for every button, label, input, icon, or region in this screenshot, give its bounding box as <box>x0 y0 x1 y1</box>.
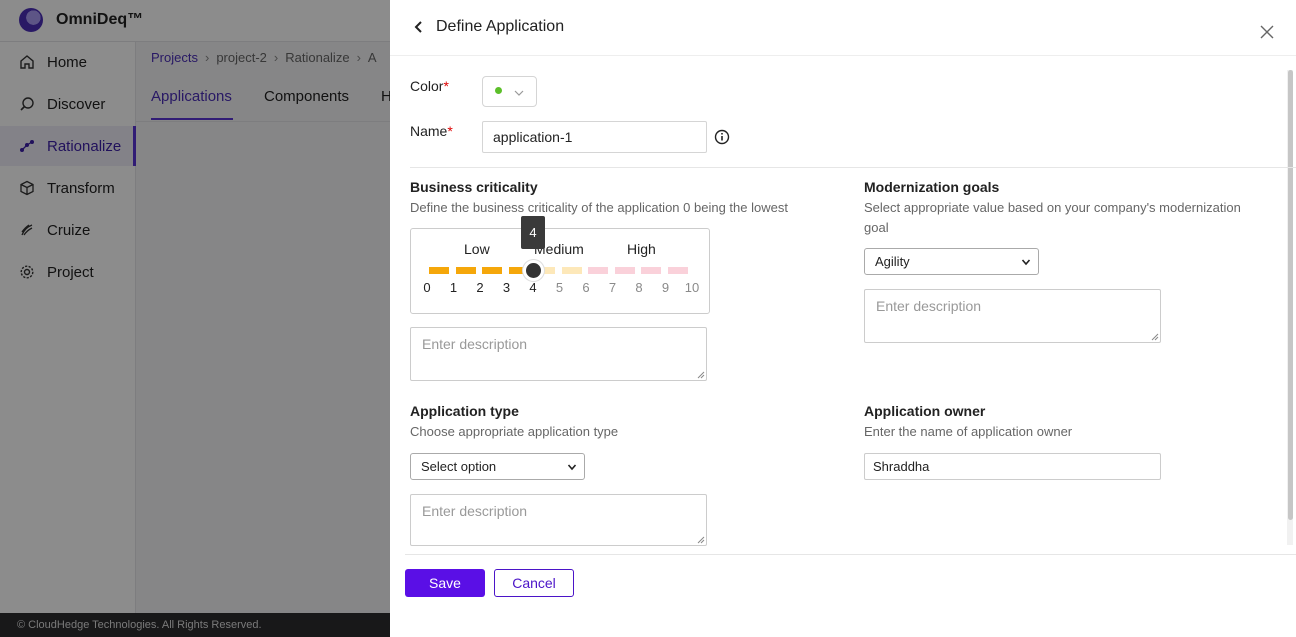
slider-tick-label: 10 <box>684 280 700 295</box>
close-icon[interactable] <box>1258 23 1276 41</box>
slider-tick-label: 6 <box>582 280 590 295</box>
name-label: Name* <box>410 123 453 139</box>
application-owner-input[interactable]: Shraddha <box>864 453 1161 480</box>
modernization-goals-value: Agility <box>875 254 910 269</box>
application-type-description: Choose appropriate application type <box>410 424 619 439</box>
scrollbar-thumb[interactable] <box>1288 70 1293 520</box>
slider-segment[interactable] <box>561 267 582 274</box>
slider-segment[interactable] <box>667 267 688 274</box>
resize-handle-icon[interactable] <box>1151 333 1159 341</box>
criticality-slider[interactable]: Low Medium High 0 1 2 3 4 5 6 7 8 9 10 <box>410 228 710 314</box>
application-owner-description: Enter the name of application owner <box>864 424 1073 439</box>
color-label: Color* <box>410 78 449 94</box>
slider-segment[interactable] <box>588 267 608 274</box>
level-low: Low <box>464 241 490 257</box>
back-chevron-icon[interactable] <box>412 18 426 36</box>
slider-handle[interactable] <box>526 263 541 278</box>
slider-tick-label: 8 <box>635 280 643 295</box>
section-divider <box>410 167 1296 168</box>
slider-segment[interactable] <box>614 267 635 274</box>
slider-value-tooltip: 4 <box>521 216 545 249</box>
application-type-description-input[interactable]: Enter description <box>410 494 707 546</box>
slider-tick-label: 5 <box>555 280 564 295</box>
application-type-value: Select option <box>421 459 497 474</box>
drawer-header: Define Application <box>390 0 1296 56</box>
name-input[interactable]: application-1 <box>482 121 707 153</box>
application-owner-title: Application owner <box>864 403 986 419</box>
define-application-drawer: Define Application Color* Name* applicat… <box>390 0 1296 637</box>
chevron-down-icon <box>567 464 577 471</box>
info-icon[interactable] <box>714 129 730 145</box>
save-button[interactable]: Save <box>405 569 485 597</box>
slider-segment[interactable] <box>482 267 502 274</box>
drawer-title: Define Application <box>436 18 565 35</box>
color-picker[interactable] <box>482 76 537 107</box>
modernization-goals-description: Select appropriate value based on your c… <box>864 200 1241 235</box>
slider-tick-label: 0 <box>423 280 431 295</box>
slider-tick-label: 2 <box>476 280 484 295</box>
cancel-button[interactable]: Cancel <box>494 569 574 597</box>
resize-handle-icon[interactable] <box>697 536 705 544</box>
slider-segment[interactable] <box>455 267 476 274</box>
business-criticality-title: Business criticality <box>410 179 538 195</box>
slider-tick-label: 9 <box>661 280 670 295</box>
modernization-description-input[interactable]: Enter description <box>864 289 1161 343</box>
slider-segment[interactable] <box>641 267 661 274</box>
application-type-select[interactable]: Select option <box>410 453 585 480</box>
resize-handle-icon[interactable] <box>697 371 705 379</box>
modernization-goals-title: Modernization goals <box>864 179 1000 195</box>
slider-tick-label: 4 <box>529 280 537 295</box>
criticality-description-input[interactable]: Enter description <box>410 327 707 381</box>
slider-segment[interactable] <box>429 267 449 274</box>
slider-tick-label: 7 <box>608 280 617 295</box>
slider-tick-label: 3 <box>502 280 511 295</box>
chevron-down-icon <box>1021 259 1031 266</box>
chevron-down-icon <box>513 86 525 98</box>
level-high: High <box>627 241 656 257</box>
business-criticality-description: Define the business criticality of the a… <box>410 200 788 215</box>
application-type-title: Application type <box>410 403 519 419</box>
modernization-goals-select[interactable]: Agility <box>864 248 1039 275</box>
selected-color-swatch <box>495 87 502 94</box>
slider-tick-label: 1 <box>449 280 458 295</box>
